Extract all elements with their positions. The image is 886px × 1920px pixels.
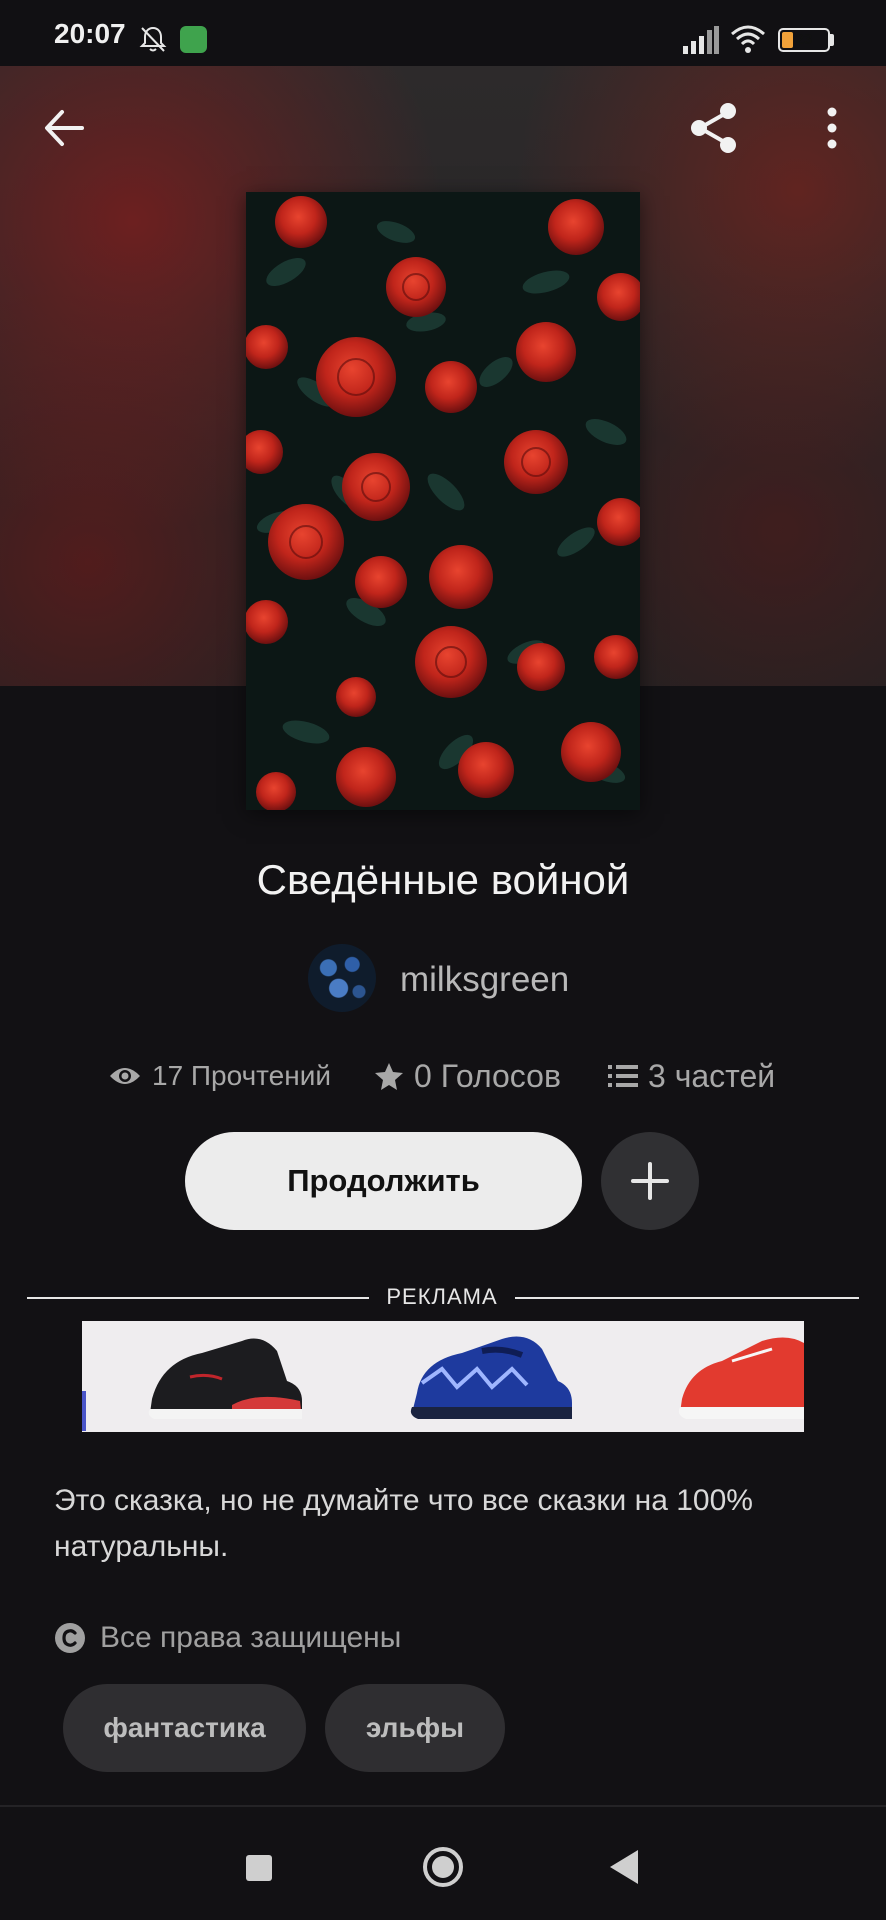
tag-chip[interactable]: фантастика [63, 1684, 306, 1772]
plus-icon [631, 1162, 669, 1200]
add-to-library-button[interactable] [601, 1132, 699, 1230]
author-avatar[interactable] [308, 944, 376, 1012]
status-bar: 20:07 23 [0, 0, 886, 66]
bell-off-icon [139, 26, 167, 52]
ad-divider [27, 1297, 369, 1299]
nav-back-icon[interactable] [608, 1848, 640, 1886]
author-name[interactable]: milksgreen [400, 960, 569, 1000]
ad-label: РЕКЛАМА [386, 1284, 498, 1309]
reads-count: 17 Прочтений [152, 1060, 331, 1091]
story-title: Сведённые войной [256, 856, 630, 903]
arrow-left-icon[interactable] [40, 104, 88, 152]
parts-stat: 3 частей [608, 1056, 775, 1096]
votes-count: 0 Голосов [414, 1057, 561, 1094]
copyright-row: Все права защищены [54, 1618, 401, 1658]
eye-icon [110, 1068, 140, 1084]
roses-illustration [246, 192, 640, 810]
story-cover-image[interactable] [246, 192, 640, 810]
story-description: Это сказка, но не думайте что все сказки… [54, 1484, 753, 1563]
app-notification-icon [180, 26, 207, 53]
copyright-text: Все права защищены [100, 1621, 402, 1654]
story-stats: 17 Прочтений 0 Голосов 3 частей [0, 1056, 886, 1096]
votes-stat: 0 Голосов [374, 1056, 561, 1096]
ad-banner[interactable] [82, 1321, 804, 1432]
copyright-icon [55, 1623, 85, 1653]
star-icon [375, 1063, 403, 1090]
battery-level: 23 [795, 31, 813, 48]
battery-icon: 23 [778, 28, 830, 52]
ad-divider [515, 1297, 859, 1299]
reads-stat: 17 Прочтений [108, 1056, 331, 1096]
list-icon [608, 1065, 638, 1087]
wifi-icon [731, 25, 765, 53]
sneakers-ad-image [82, 1321, 804, 1432]
continue-reading-button[interactable]: Продолжить [185, 1132, 582, 1230]
status-time: 20:07 [54, 18, 126, 49]
author-row[interactable]: milksgreen [0, 942, 886, 1014]
tag-chip[interactable]: эльфы [325, 1684, 505, 1772]
recents-icon[interactable] [246, 1855, 272, 1881]
more-vertical-icon[interactable] [816, 104, 848, 152]
home-icon[interactable] [422, 1846, 464, 1888]
parts-count: 3 частей [648, 1057, 776, 1094]
share-icon[interactable] [686, 100, 742, 156]
signal-icon [683, 26, 719, 54]
battery-tip [830, 34, 834, 46]
